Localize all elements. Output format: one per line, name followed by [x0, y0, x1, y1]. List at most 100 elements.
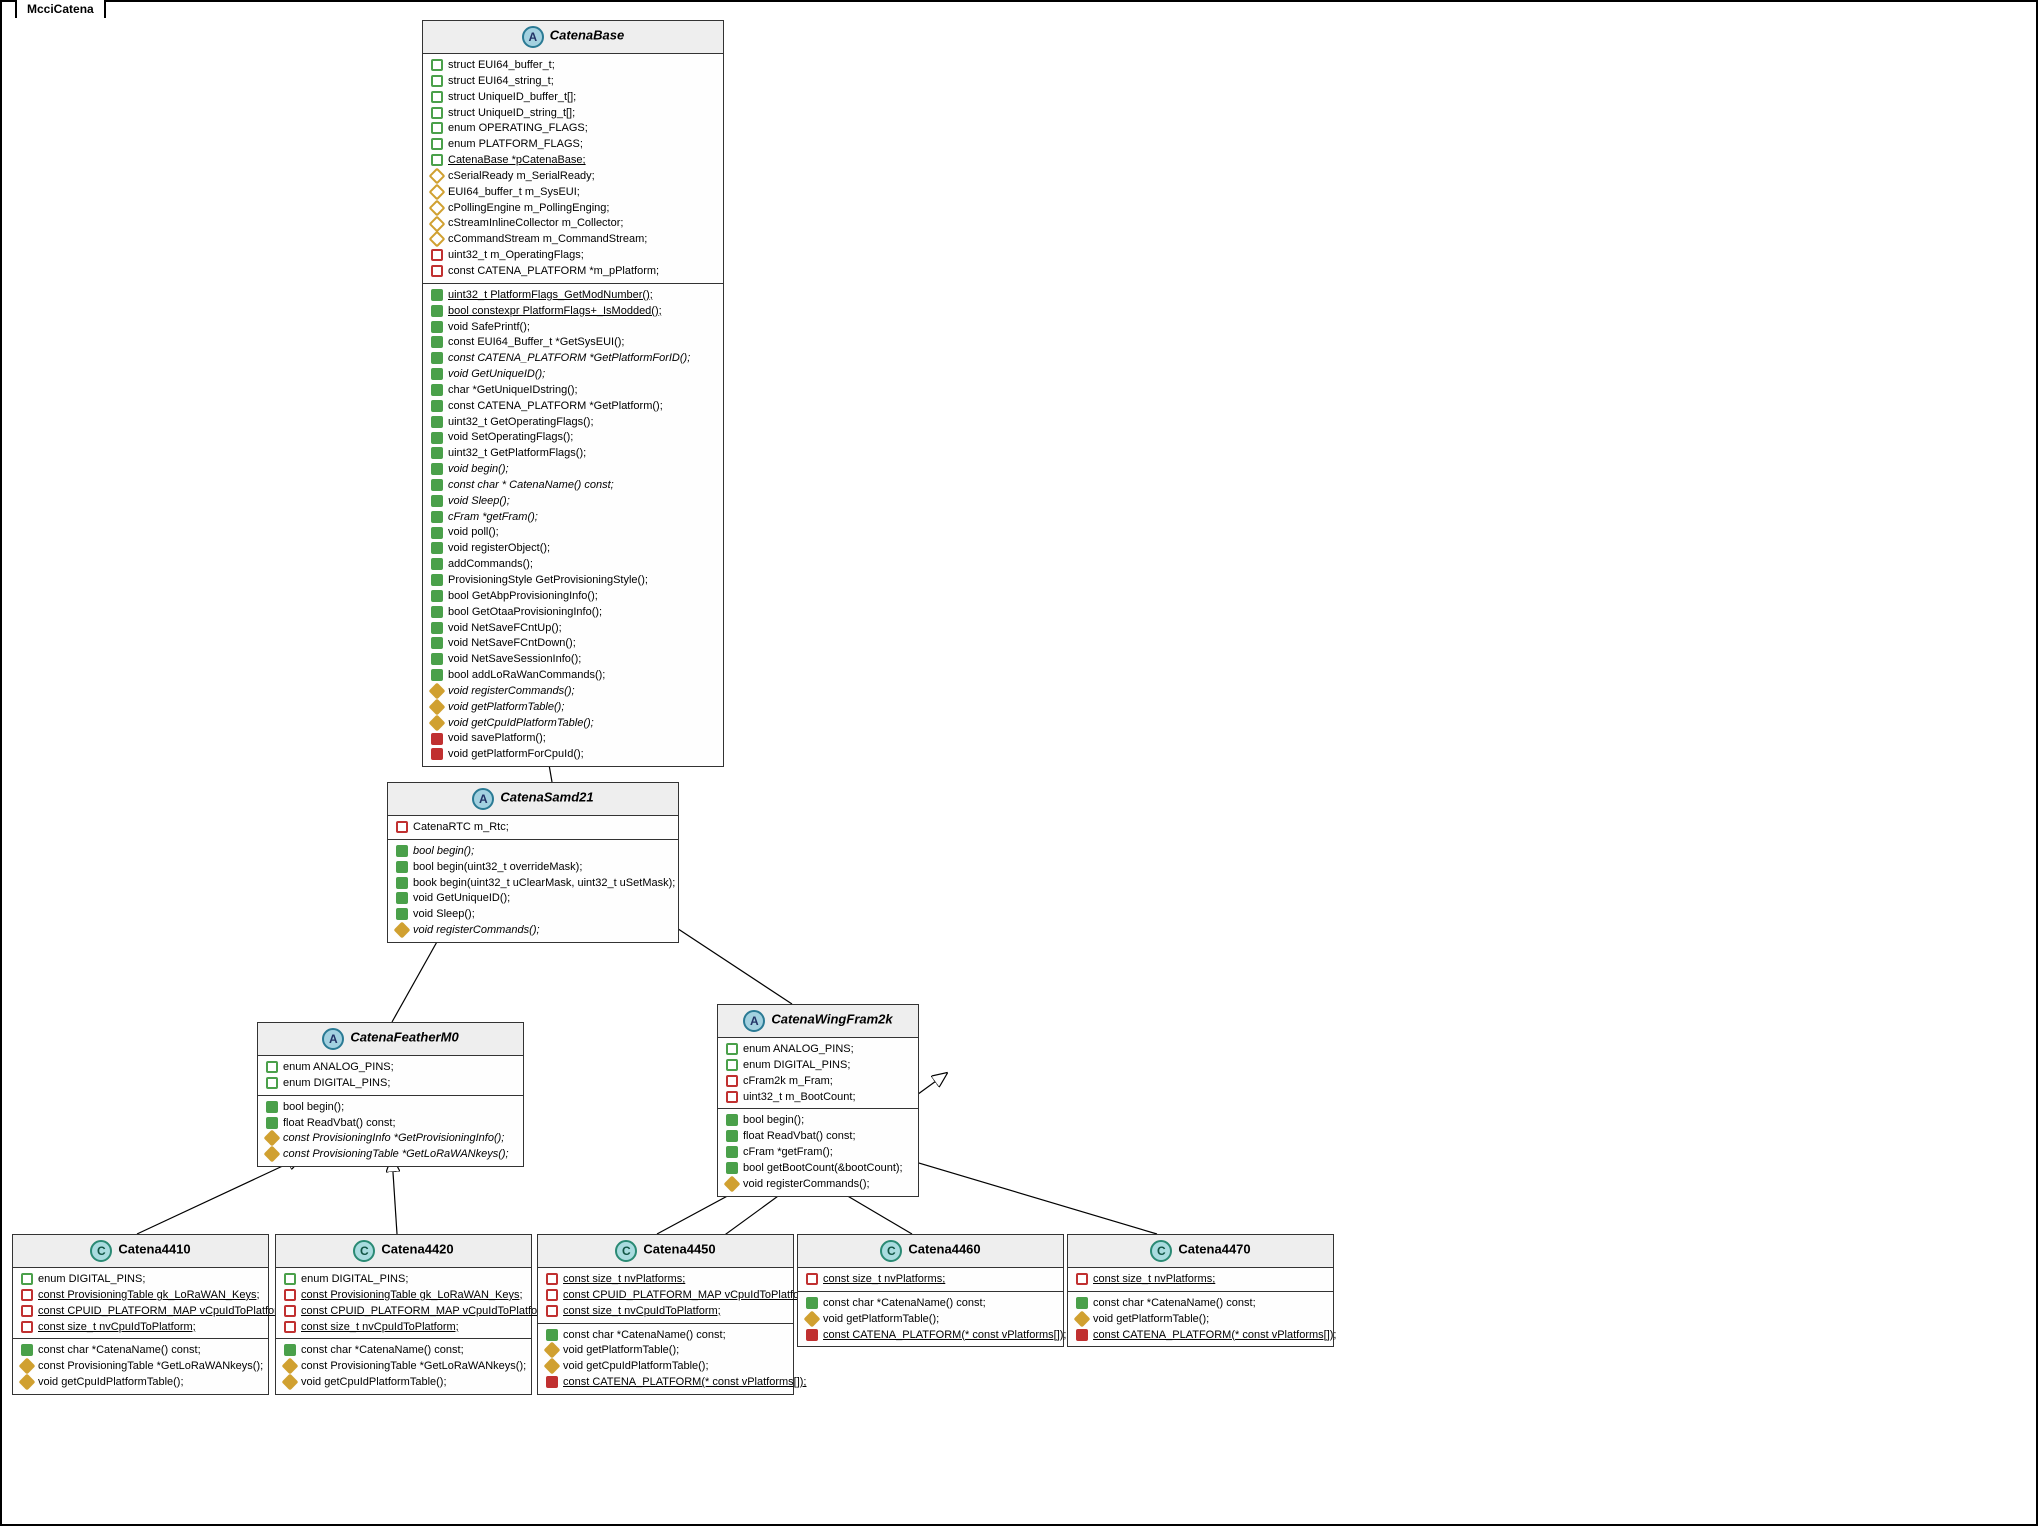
visibility-marker [726, 1146, 738, 1158]
class-member: const size_t nvCpuIdToPlatform; [546, 1304, 785, 1319]
visibility-marker [431, 590, 443, 602]
visibility-marker [264, 1130, 281, 1147]
visibility-marker [431, 400, 443, 412]
class-member: void getPlatformTable(); [1076, 1312, 1325, 1327]
class-member: const size_t nvPlatforms; [806, 1272, 1055, 1287]
class-member: const size_t nvPlatforms; [546, 1272, 785, 1287]
class-catena4420: CCatena4420enum DIGITAL_PINS;const Provi… [275, 1234, 532, 1395]
class-member: void getPlatformTable(); [431, 700, 715, 715]
operations-compartment: bool begin();float ReadVbat() const;cFra… [718, 1109, 918, 1195]
class-catenawingfram2k: A CatenaWingFram2k enum ANALOG_PINS;enum D… [717, 1004, 919, 1197]
class-member: bool getBootCount(&bootCount); [726, 1161, 910, 1176]
visibility-marker [431, 384, 443, 396]
class-member: void NetSaveFCntUp(); [431, 621, 715, 636]
class-member: struct UniqueID_buffer_t[]; [431, 90, 715, 105]
class-member: bool GetOtaaProvisioningInfo(); [431, 605, 715, 620]
operations-compartment: const char *CatenaName() const;const Pro… [276, 1339, 531, 1394]
class-member: const CATENA_PLATFORM(* const vPlatforms… [806, 1328, 1055, 1343]
class-member: const EUI64_Buffer_t *GetSysEUI(); [431, 335, 715, 350]
class-member: struct EUI64_string_t; [431, 74, 715, 89]
class-name: Catena4460 [908, 1242, 980, 1257]
visibility-marker [431, 75, 443, 87]
class-member: const CATENA_PLATFORM(* const vPlatforms… [1076, 1328, 1325, 1343]
class-member: void getPlatformTable(); [546, 1343, 785, 1358]
class-member: const char *CatenaName() const; [806, 1296, 1055, 1311]
class-member: enum PLATFORM_FLAGS; [431, 137, 715, 152]
stereotype-badge: C [880, 1240, 902, 1262]
visibility-marker [546, 1329, 558, 1341]
class-member: void getCpuIdPlatformTable(); [21, 1375, 260, 1390]
class-name: Catena4410 [118, 1242, 190, 1257]
class-member: enum ANALOG_PINS; [726, 1042, 910, 1057]
class-member: enum DIGITAL_PINS; [726, 1058, 910, 1073]
class-header: CCatena4450 [538, 1235, 793, 1268]
visibility-marker [431, 574, 443, 586]
visibility-marker [431, 91, 443, 103]
visibility-marker [21, 1305, 33, 1317]
class-member: void Sleep(); [396, 907, 670, 922]
visibility-marker [431, 463, 443, 475]
class-member: void getCpuIdPlatformTable(); [284, 1375, 523, 1390]
class-member: const char *CatenaName() const; [546, 1328, 785, 1343]
attributes-compartment: const size_t nvPlatforms; [1068, 1268, 1333, 1292]
class-member: void GetUniqueID(); [431, 367, 715, 382]
attributes-compartment: const size_t nvPlatforms;const CPUID_PLA… [538, 1268, 793, 1324]
stereotype-badge: C [1150, 1240, 1172, 1262]
class-member: void NetSaveSessionInfo(); [431, 652, 715, 667]
class-member: void getCpuIdPlatformTable(); [431, 716, 715, 731]
visibility-marker [804, 1310, 821, 1327]
attributes-compartment: CatenaRTC m_Rtc; [388, 816, 678, 840]
class-member: void begin(); [431, 462, 715, 477]
visibility-marker [429, 698, 446, 715]
class-header: ACatenaBase [423, 21, 723, 54]
visibility-marker [431, 495, 443, 507]
package-tab: McciCatena [15, 0, 106, 18]
visibility-marker [429, 199, 446, 216]
visibility-marker [21, 1289, 33, 1301]
class-member: const CATENA_PLATFORM *m_pPlatform; [431, 264, 715, 279]
class-header: A CatenaWingFram2k [718, 1005, 918, 1038]
visibility-marker [431, 107, 443, 119]
visibility-marker [431, 527, 443, 539]
uml-diagram: ACatenaBasestruct EUI64_buffer_t;struct … [0, 0, 2038, 1526]
class-member: void getPlatformTable(); [806, 1312, 1055, 1327]
class-member: enum DIGITAL_PINS; [266, 1076, 515, 1091]
class-name: Catena4420 [381, 1242, 453, 1257]
class-member: void getCpuIdPlatformTable(); [546, 1359, 785, 1374]
operations-compartment: const char *CatenaName() const;const Pro… [13, 1339, 268, 1394]
class-member: bool begin(); [266, 1100, 515, 1115]
operations-compartment: const char *CatenaName() const;void getP… [538, 1324, 793, 1394]
class-name: CatenaWingFram2k [771, 1012, 892, 1027]
class-member: const ProvisioningTable *GetLoRaWANkeys(… [21, 1359, 260, 1374]
class-member: void SetOperatingFlags(); [431, 430, 715, 445]
visibility-marker [431, 138, 443, 150]
class-catena4470: CCatena4470const size_t nvPlatforms;cons… [1067, 1234, 1334, 1347]
stereotype-badge: A [743, 1010, 765, 1032]
class-member: void getPlatformForCpuId(); [431, 747, 715, 762]
visibility-marker [546, 1289, 558, 1301]
class-member: enum ANALOG_PINS; [266, 1060, 515, 1075]
operations-compartment: bool begin();float ReadVbat() const;cons… [258, 1096, 523, 1166]
class-member: bool constexpr PlatformFlags+_IsModded()… [431, 304, 715, 319]
visibility-marker [21, 1344, 33, 1356]
visibility-marker [1076, 1297, 1088, 1309]
class-catenabase: ACatenaBasestruct EUI64_buffer_t;struct … [422, 20, 724, 767]
operations-compartment: bool begin();bool begin(uint32_t overrid… [388, 840, 678, 942]
visibility-marker [431, 336, 443, 348]
visibility-marker [726, 1075, 738, 1087]
stereotype-badge: C [615, 1240, 637, 1262]
visibility-marker [431, 748, 443, 760]
class-member: const ProvisioningTable *GetLoRaWANkeys(… [266, 1147, 515, 1162]
visibility-marker [431, 289, 443, 301]
visibility-marker [546, 1305, 558, 1317]
visibility-marker [429, 168, 446, 185]
class-member: const ProvisioningInfo *GetProvisioningI… [266, 1131, 515, 1146]
class-member: struct UniqueID_string_t[]; [431, 106, 715, 121]
visibility-marker [431, 249, 443, 261]
visibility-marker [396, 821, 408, 833]
class-member: const size_t nvCpuIdToPlatform; [21, 1320, 260, 1335]
visibility-marker [284, 1273, 296, 1285]
attributes-compartment: const size_t nvPlatforms; [798, 1268, 1063, 1292]
class-member: uint32_t GetPlatformFlags(); [431, 446, 715, 461]
class-header: CCatena4410 [13, 1235, 268, 1268]
